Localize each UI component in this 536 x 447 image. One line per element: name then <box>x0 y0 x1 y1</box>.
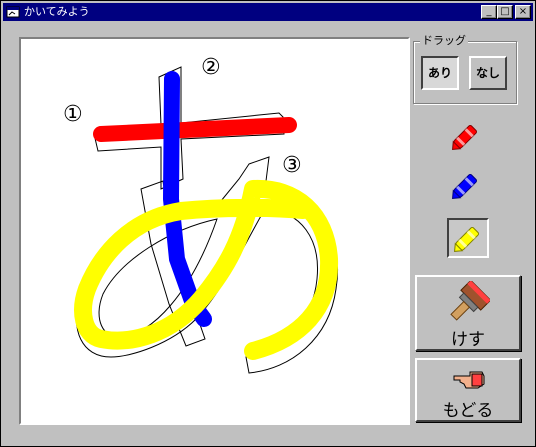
erase-button[interactable]: けす <box>415 275 521 351</box>
drawing-canvas[interactable]: ① ② ③ <box>19 37 410 425</box>
red-crayon-button[interactable] <box>447 118 489 158</box>
blue-stroke <box>162 71 212 327</box>
brush-icon <box>450 281 490 321</box>
stroke-number-1: ① <box>63 102 83 127</box>
drag-off-button[interactable]: なし <box>469 56 507 90</box>
maximize-button[interactable]: □ <box>497 5 513 19</box>
app-window: かいてみよう _ □ × ① ② ③ ドラッグ あり なし けす もどる <box>0 0 536 447</box>
minimize-button[interactable]: _ <box>481 5 497 19</box>
title-bar[interactable]: かいてみよう _ □ × <box>3 3 533 21</box>
close-button[interactable]: × <box>515 5 531 19</box>
yellow-crayon-icon <box>454 227 479 252</box>
blue-crayon-icon <box>452 174 477 199</box>
app-icon <box>6 6 20 18</box>
undo-button[interactable]: もどる <box>415 358 521 422</box>
drag-group: ドラッグ あり なし <box>413 34 517 104</box>
undo-label: もどる <box>442 401 494 421</box>
drag-group-legend: ドラッグ <box>420 34 468 48</box>
drawing-surface[interactable]: ① ② ③ <box>21 39 408 423</box>
drag-on-button[interactable]: あり <box>421 56 459 90</box>
red-crayon-icon <box>452 125 477 150</box>
erase-label: けす <box>451 330 485 350</box>
stroke-number-2: ② <box>201 55 221 80</box>
pointing-hand-icon <box>453 371 485 389</box>
stroke-number-3: ③ <box>282 153 302 178</box>
red-stroke <box>93 117 297 142</box>
yellow-crayon-button[interactable] <box>447 218 489 258</box>
blue-crayon-button[interactable] <box>447 167 489 207</box>
window-title: かいてみよう <box>24 5 90 18</box>
